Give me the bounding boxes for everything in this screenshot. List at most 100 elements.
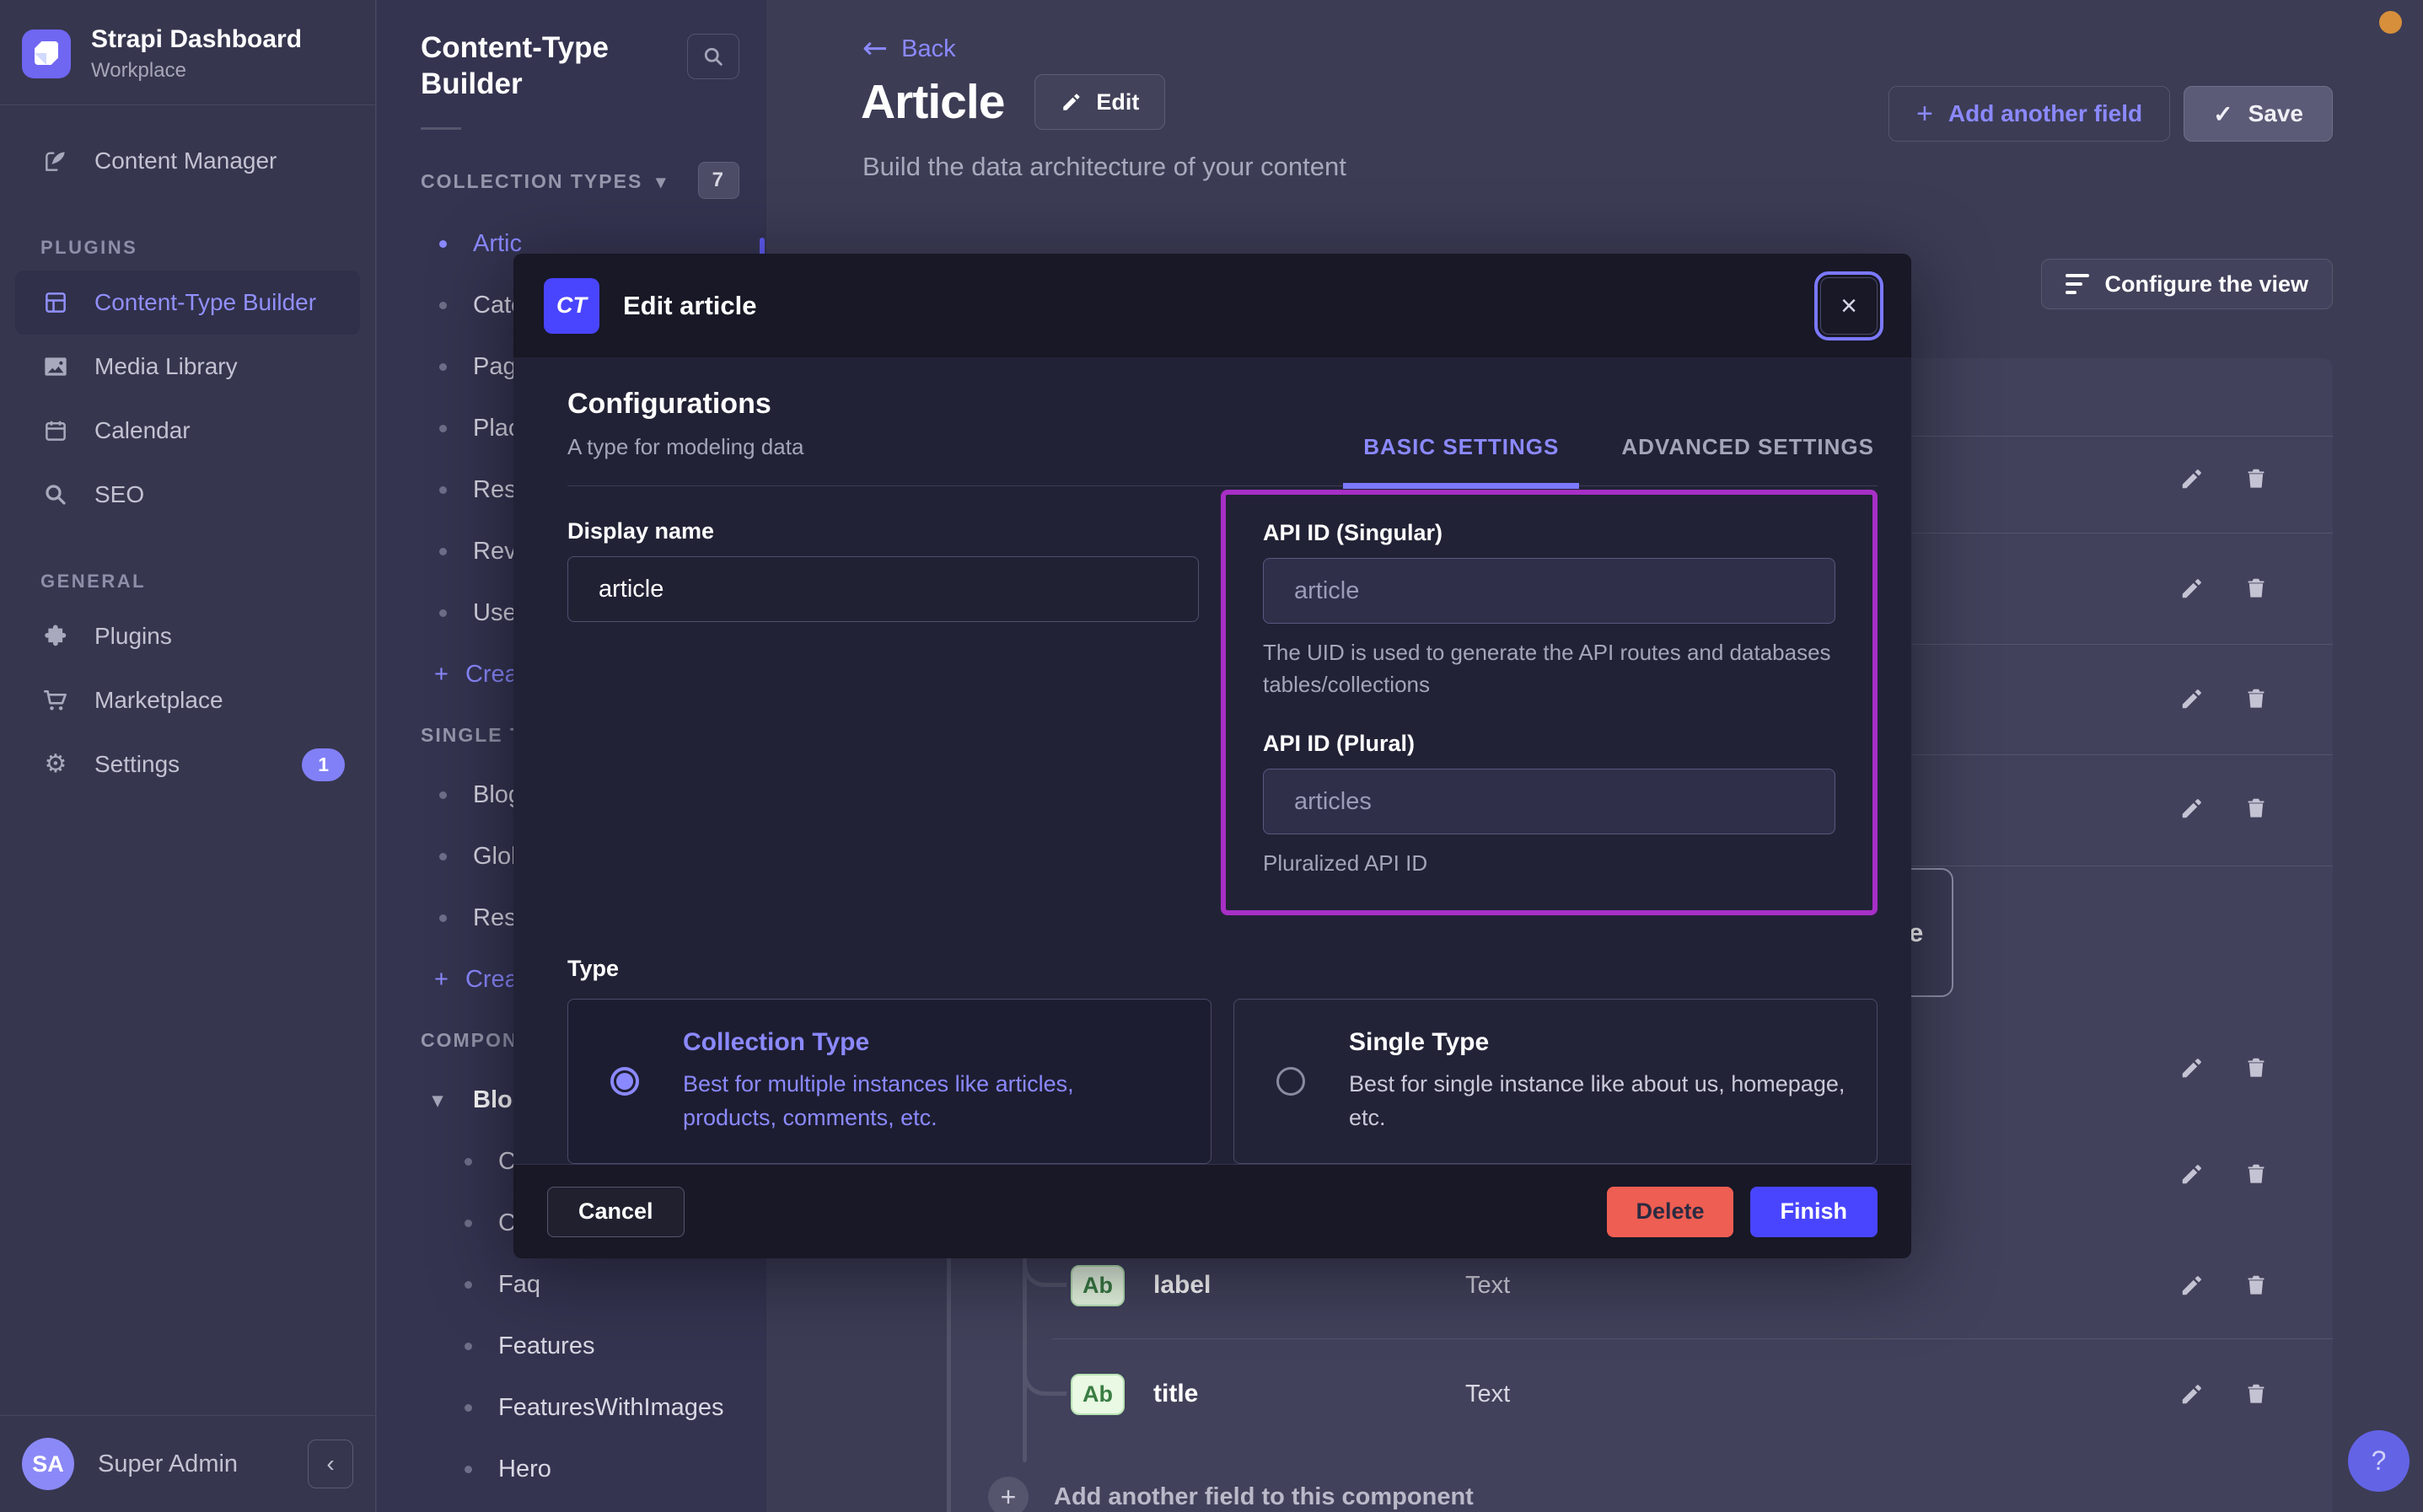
save-button[interactable]: ✓ Save — [2184, 86, 2333, 142]
check-icon: ✓ — [2213, 100, 2232, 128]
plus-icon[interactable]: + — [988, 1477, 1029, 1512]
pencil-icon[interactable] — [2179, 1273, 2205, 1298]
row-actions — [2179, 796, 2269, 821]
sidebar-item-plugins[interactable]: Plugins — [0, 604, 375, 668]
bullet-icon — [465, 1220, 472, 1227]
collection-type-card[interactable]: Collection Type Best for multiple instan… — [567, 999, 1212, 1164]
avatar[interactable]: SA — [22, 1438, 74, 1490]
pencil-icon[interactable] — [2179, 1055, 2205, 1080]
trash-icon[interactable] — [2243, 576, 2269, 601]
bullet-icon — [465, 1466, 472, 1473]
cancel-button[interactable]: Cancel — [547, 1187, 685, 1237]
edit-article-modal: CT Edit article × Configurations A type … — [513, 254, 1911, 1255]
trash-icon[interactable] — [2243, 796, 2269, 821]
api-id-highlight-box: API ID (Singular) The UID is used to gen… — [1221, 490, 1878, 915]
sidebar-item-label: Content-Type Builder — [94, 289, 316, 316]
collection-types-header[interactable]: COLLECTION TYPES ▾ 7 — [421, 170, 766, 193]
pencil-icon[interactable] — [2179, 1381, 2205, 1407]
configurations-subheading: A type for modeling data — [567, 434, 803, 460]
close-icon: × — [1840, 290, 1857, 323]
strapi-logo-icon — [22, 29, 71, 78]
sidebar-item-marketplace[interactable]: Marketplace — [0, 668, 375, 732]
chevron-down-icon: ▾ — [432, 1088, 443, 1113]
pencil-icon[interactable] — [2179, 796, 2205, 821]
modal-title: Edit article — [623, 291, 757, 321]
plus-icon: + — [434, 966, 449, 994]
sidebar-item-content-manager[interactable]: Content Manager — [0, 129, 375, 193]
api-id-plural-input[interactable] — [1263, 769, 1835, 834]
content-type-badge: CT — [544, 278, 599, 334]
bullet-icon — [439, 425, 447, 432]
component-item[interactable]: Faq — [377, 1254, 766, 1316]
display-name-input[interactable] — [567, 556, 1199, 622]
api-id-singular-label: API ID (Singular) — [1263, 520, 1835, 546]
plus-icon: + — [1916, 98, 1933, 131]
row-actions — [2179, 1161, 2269, 1187]
component-item[interactable]: Hero — [377, 1439, 766, 1500]
pencil-icon[interactable] — [2179, 466, 2205, 491]
sidebar-item-content-type-builder[interactable]: Content-Type Builder — [15, 271, 360, 335]
sidebar-item-settings[interactable]: ⚙ Settings 1 — [0, 732, 375, 796]
trash-icon[interactable] — [2243, 686, 2269, 711]
sidebar-item-label: Calendar — [94, 417, 191, 444]
bullet-icon — [439, 302, 447, 309]
trash-icon[interactable] — [2243, 466, 2269, 491]
main-sidebar: Strapi Dashboard Workplace Content Manag… — [0, 0, 376, 1512]
add-another-field-button[interactable]: + Add another field — [1888, 86, 2170, 142]
trash-icon[interactable] — [2243, 1273, 2269, 1298]
bullet-icon — [465, 1343, 472, 1350]
row-actions — [2179, 1055, 2269, 1080]
collection-types-count: 7 — [698, 162, 739, 199]
collapse-sidebar-button[interactable]: ‹ — [308, 1440, 353, 1488]
back-link[interactable]: ← Back — [862, 34, 956, 64]
trash-icon[interactable] — [2243, 1161, 2269, 1187]
text-field-type-badge: Ab — [1071, 1374, 1125, 1415]
radio-unselected-icon[interactable] — [1276, 1067, 1305, 1096]
field-name: label — [1153, 1271, 1211, 1300]
component-item[interactable]: FeaturesWithImages — [377, 1377, 766, 1439]
close-button[interactable]: × — [1820, 277, 1878, 335]
field-type: Text — [1465, 1381, 1510, 1408]
bullet-icon — [465, 1404, 472, 1412]
search-icon — [701, 45, 725, 68]
workspace-brand[interactable]: Strapi Dashboard Workplace — [0, 0, 375, 105]
modal-footer: Cancel Delete Finish — [513, 1164, 1911, 1258]
field-type: Text — [1465, 1272, 1510, 1300]
edit-button[interactable]: Edit — [1034, 74, 1165, 130]
sidebar-user-row: SA Super Admin ‹ — [0, 1415, 375, 1512]
arrow-left-icon: ← — [862, 34, 888, 64]
component-item[interactable]: Features — [377, 1316, 766, 1377]
settings-notification-badge: 1 — [302, 748, 345, 781]
tab-basic-settings[interactable]: BASIC SETTINGS — [1360, 434, 1562, 485]
sidebar-item-seo[interactable]: SEO — [0, 463, 375, 527]
feather-icon — [40, 147, 71, 174]
trash-icon[interactable] — [2243, 1055, 2269, 1080]
api-id-singular-input[interactable] — [1263, 558, 1835, 624]
configure-view-button[interactable]: Configure the view — [2041, 259, 2333, 309]
pencil-icon[interactable] — [2179, 686, 2205, 711]
finish-button[interactable]: Finish — [1750, 1187, 1878, 1237]
image-icon — [40, 353, 71, 380]
pencil-icon[interactable] — [2179, 1161, 2205, 1187]
row-actions — [2179, 576, 2269, 601]
sidebar-item-label: Plugins — [94, 623, 172, 650]
search-button[interactable] — [687, 34, 739, 79]
sidebar-item-media-library[interactable]: Media Library — [0, 335, 375, 399]
radio-selected-icon[interactable] — [610, 1067, 639, 1096]
page-title: Article — [861, 74, 1004, 130]
row-actions — [2179, 1381, 2269, 1407]
sidebar-item-calendar[interactable]: Calendar — [0, 399, 375, 463]
trash-icon[interactable] — [2243, 1381, 2269, 1407]
modal-body: Configurations A type for modeling data … — [513, 357, 1911, 1164]
add-field-to-component-row[interactable]: + Add another field to this component — [988, 1477, 1474, 1512]
sidebar-item-label: Settings — [94, 751, 180, 778]
delete-button[interactable]: Delete — [1607, 1187, 1733, 1237]
pencil-icon[interactable] — [2179, 576, 2205, 601]
workspace-subtitle: Workplace — [91, 59, 302, 83]
panel-title: Content-Type Builder — [421, 30, 682, 102]
single-type-card[interactable]: Single Type Best for single instance lik… — [1233, 999, 1878, 1164]
tab-advanced-settings[interactable]: ADVANCED SETTINGS — [1618, 434, 1878, 485]
help-button[interactable]: ? — [2348, 1430, 2410, 1492]
search-icon — [40, 482, 71, 507]
sidebar-item-label: Content Manager — [94, 147, 277, 174]
